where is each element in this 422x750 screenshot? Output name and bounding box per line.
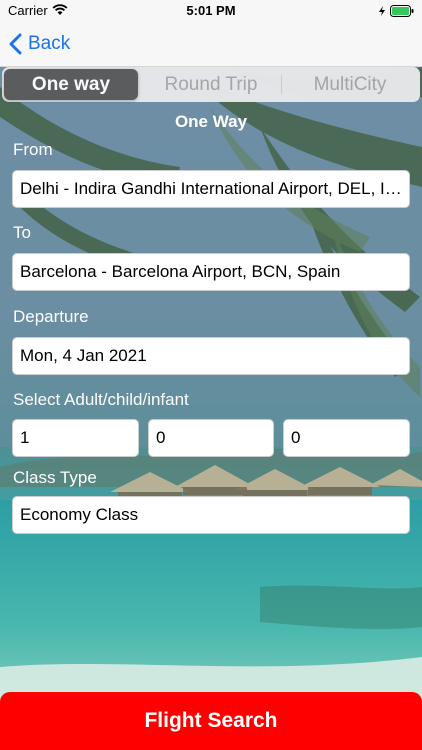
battery-icon <box>390 5 414 17</box>
form-title: One Way <box>174 112 248 131</box>
adults-field[interactable]: 1 <box>12 419 139 457</box>
class-type-label: Class Type <box>13 468 97 487</box>
to-label: To <box>13 223 31 242</box>
charging-icon <box>379 6 385 16</box>
children-field[interactable]: 0 <box>148 419 274 457</box>
chevron-left-icon <box>9 33 22 55</box>
passengers-label: Select Adult/child/infant <box>13 390 189 409</box>
back-button[interactable]: Back <box>8 31 70 57</box>
departure-date-field[interactable]: Mon, 4 Jan 2021 <box>12 337 410 375</box>
from-label: From <box>13 140 53 159</box>
tab-multicity[interactable]: MultiCity <box>282 69 418 100</box>
trip-type-segmented-control: One way Round Trip MultiCity <box>2 67 420 102</box>
flight-search-button[interactable]: Flight Search <box>0 692 422 750</box>
departure-label: Departure <box>13 307 89 326</box>
from-field[interactable]: Delhi - Indira Gandhi International Airp… <box>12 170 410 208</box>
to-field[interactable]: Barcelona - Barcelona Airport, BCN, Spai… <box>12 253 410 291</box>
tab-one-way[interactable]: One way <box>4 69 138 100</box>
status-bar: Carrier 5:01 PM <box>0 0 422 22</box>
clock-label: 5:01 PM <box>186 3 236 18</box>
back-label: Back <box>28 33 71 54</box>
infants-field[interactable]: 0 <box>283 419 410 457</box>
tab-round-trip[interactable]: Round Trip <box>142 69 280 100</box>
class-type-field[interactable]: Economy Class <box>12 496 410 534</box>
navigation-bar: Back <box>0 22 422 67</box>
